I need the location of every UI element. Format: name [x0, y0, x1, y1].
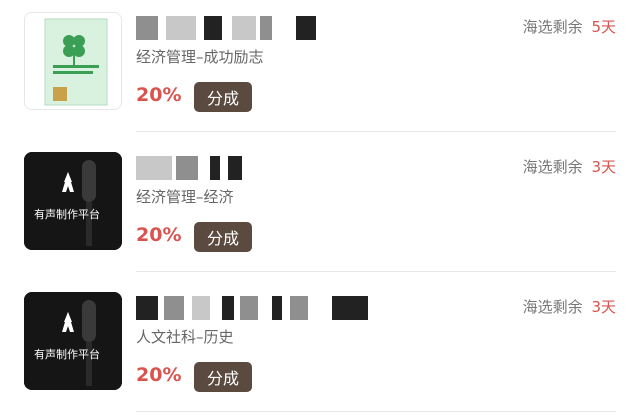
cover-text: 有声制作平台: [34, 347, 100, 361]
remaining-time: 海选剩余 3天: [523, 156, 616, 177]
remaining-time: 海选剩余 5天: [523, 16, 616, 37]
share-button[interactable]: 分成: [194, 362, 252, 392]
share-rate: 20%: [136, 84, 182, 106]
book-cover[interactable]: 有声制作平台: [24, 152, 122, 250]
remaining-days: 5天: [591, 18, 616, 36]
cover-text: 有声制作平台: [34, 207, 100, 221]
list-item[interactable]: 经济管理–成功励志 20% 分成 海选剩余 5天: [0, 0, 640, 132]
redacted-title[interactable]: [136, 16, 376, 40]
redacted-title[interactable]: [136, 296, 376, 320]
share-button[interactable]: 分成: [194, 222, 252, 252]
remaining-label: 海选剩余: [522, 158, 583, 176]
list-item[interactable]: 有声制作平台 经济管理–经济 20% 分成 海选剩余 3天: [0, 132, 640, 272]
redacted-title[interactable]: [136, 156, 376, 180]
remaining-label: 海选剩余: [522, 18, 583, 36]
book-list: 经济管理–成功励志 20% 分成 海选剩余 5天 有声制作平台 经济管理–经济 …: [0, 0, 640, 418]
microphone-cover-icon: 有声制作平台: [24, 292, 122, 390]
remaining-days: 3天: [591, 298, 616, 316]
remaining-label: 海选剩余: [522, 298, 583, 316]
share-button[interactable]: 分成: [194, 82, 252, 112]
share-rate: 20%: [136, 364, 182, 386]
share-rate: 20%: [136, 224, 182, 246]
list-item[interactable]: 有声制作平台 人文社科–历史 20% 分成 海选剩余 3天: [0, 272, 640, 412]
remaining-days: 3天: [591, 158, 616, 176]
category-label: 经济管理–经济: [136, 188, 234, 206]
divider: [136, 411, 616, 412]
book-cover[interactable]: [24, 12, 122, 110]
book-cover[interactable]: 有声制作平台: [24, 292, 122, 390]
category-label: 经济管理–成功励志: [136, 48, 264, 66]
book-cover-icon: [25, 13, 121, 109]
category-label: 人文社科–历史: [136, 328, 234, 346]
remaining-time: 海选剩余 3天: [523, 296, 616, 317]
microphone-cover-icon: 有声制作平台: [24, 152, 122, 250]
